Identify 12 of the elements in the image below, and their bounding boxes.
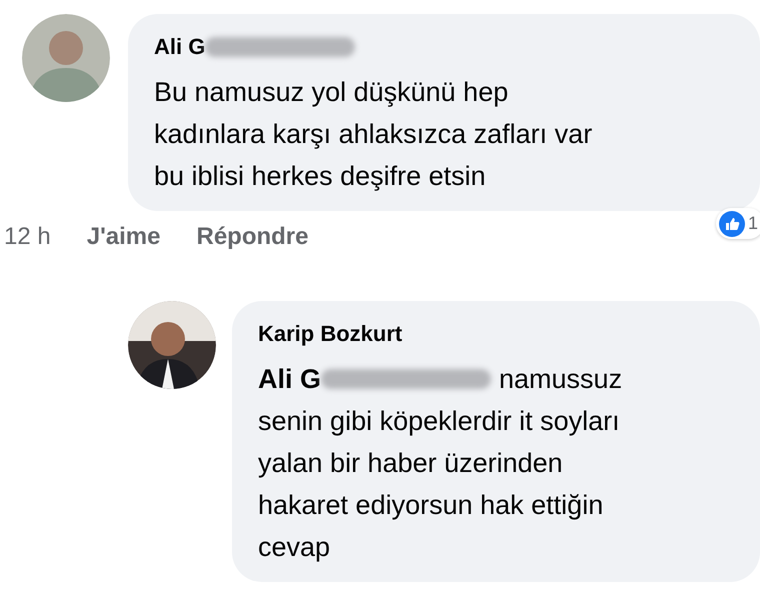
- author-name[interactable]: Karip Bozkurt: [258, 317, 402, 350]
- like-icon: [718, 210, 745, 236]
- reaction-count: 1: [716, 208, 760, 239]
- action-link[interactable]: Répondre: [196, 219, 308, 255]
- comment-text: Bu namusuz yol düşkünü hep kadınlara karşı ahlaksızca zafları var bu iblisi herkes deşifre etsin: [154, 76, 594, 193]
- action-link[interactable]: J'aime: [86, 219, 160, 255]
- comment-text: senin gibi köpeklerdir it soyları yalan bir haber üzerinden hakaret ediyorsun hak ettiğin cevap: [258, 405, 621, 564]
- mention-link[interactable]: Ali G: [258, 358, 322, 400]
- comment-time[interactable]: 12 h: [4, 219, 51, 255]
- author-name[interactable]: Ali G: [154, 30, 206, 63]
- comment-text: namussuz: [499, 363, 622, 396]
- avatar[interactable]: [128, 301, 216, 389]
